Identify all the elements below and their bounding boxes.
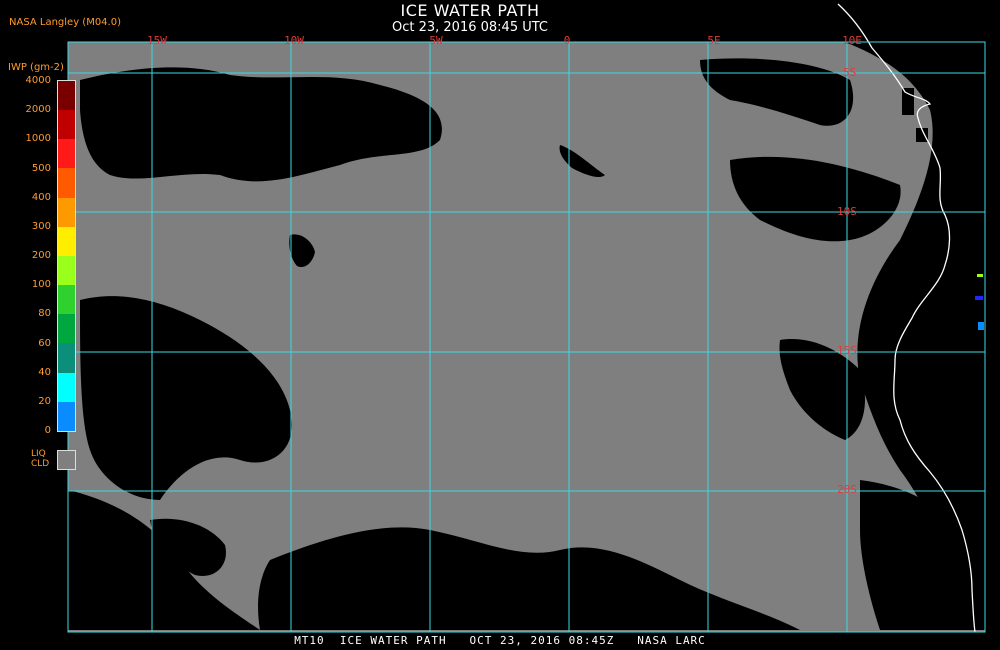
lon-label: 15W [147,34,167,47]
legend-swatch [58,314,75,344]
legend-colorbar [57,80,76,432]
liquid-cloud-label: LIQ CLD [31,449,50,469]
lon-label: 10W [284,34,304,47]
legend-swatch [58,110,75,140]
legend-label: 400 [31,191,51,203]
legend-swatch [58,285,75,315]
lat-label: 15S [837,344,857,357]
footer-caption: MT10 ICE WATER PATH OCT 23, 2016 08:45Z … [294,634,706,647]
lat-label: 10S [837,205,857,218]
legend-title: IWP (gm-2) [8,62,64,73]
legend-label: 80 [38,308,51,320]
legend-label: 4000 [25,75,51,86]
legend-label: 0 [44,425,51,436]
legend-label: 200 [31,250,51,261]
legend-label: 500 [31,162,51,174]
lon-label: 5W [429,34,443,47]
lat-label: 5S [843,66,857,79]
satellite-map [67,3,986,633]
legend-swatch [58,226,75,256]
legend-swatch [58,401,75,431]
ice-cloud-pixels [975,296,983,300]
legend-label: 60 [38,337,51,349]
legend-label: 40 [38,366,51,378]
lon-label: 5E [707,34,721,47]
legend-swatch [58,343,75,373]
legend-label: 20 [38,395,51,407]
legend-swatch [58,168,75,198]
ice-cloud-pixels [977,274,983,277]
lon-label: 10E [842,34,862,47]
agency-label: NASA Langley (M04.0) [9,17,121,28]
legend-swatch [58,139,75,169]
lon-label: 0 [563,34,571,47]
legend-swatch [58,255,75,286]
legend-label: 300 [31,220,51,232]
legend-swatch [58,81,75,111]
ice-cloud-pixels [978,322,984,330]
legend-swatch [58,197,75,227]
map-timestamp: Oct 23, 2016 08:45 UTC [392,20,548,35]
legend-label: 100 [31,279,51,291]
map-title: ICE WATER PATH [400,1,540,20]
legend-label: 1000 [25,133,51,145]
legend-label: 2000 [25,104,51,116]
liquid-cloud-swatch [57,450,76,470]
lat-label: 20S [837,483,857,496]
legend-swatch [58,372,75,402]
